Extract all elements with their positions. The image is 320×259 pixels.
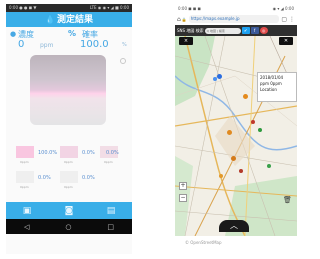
image-icon[interactable]: ▣ [23, 206, 32, 216]
cell-2-percent: 0.0% [82, 150, 95, 156]
camera-icon[interactable]: ◙ [65, 206, 74, 216]
map-app-title: SNS 地図 検索 [177, 27, 204, 33]
status-bar: 0:00 ◼ ◼ ◼ ◉ ▾ ◢ 0:00 [175, 4, 297, 13]
marker-blue[interactable] [213, 77, 217, 81]
marker-green[interactable] [258, 128, 262, 132]
info-icon[interactable] [120, 58, 126, 64]
map-view[interactable]: × ✕ 2018/01/04 ppm 0ppm Location + − 🗑 ︿ [175, 36, 297, 236]
expand-panel-button[interactable]: ︿ [219, 220, 249, 232]
marker-red[interactable] [251, 120, 255, 124]
color-cell-5 [60, 171, 78, 183]
status-bar: 0:00 ● ● ◼ ▼ LTE ◉ ◉ ▾ ◢ ■ 0:00 [6, 4, 132, 12]
marker-blue[interactable] [217, 74, 222, 79]
page-title: 測定結果 [56, 15, 93, 25]
recents-icon[interactable]: □ [107, 223, 114, 231]
probability-unit: % [122, 42, 127, 48]
marker-orange[interactable] [243, 94, 248, 99]
cell-2-label: 0ppm [64, 160, 73, 164]
drop-icon: ● [10, 30, 17, 38]
map-close-right-button[interactable]: ✕ [279, 37, 293, 45]
measurement-app-screen: 0:00 ● ● ◼ ▼ LTE ◉ ◉ ▾ ◢ ■ 0:00 💧 測定結果 ● … [6, 4, 132, 254]
back-icon[interactable]: ◁ [24, 223, 29, 231]
bottom-toolbar: ▣ ◙ ▤ [6, 202, 132, 219]
paint-drop-icon: 💧 [45, 15, 55, 24]
map-app-screen: 0:00 ◼ ◼ ◼ ◉ ▾ ◢ 0:00 ⌂ 🔒 https://maps.e… [175, 4, 297, 254]
cell-3-percent: 0.0% [106, 150, 119, 156]
cell-4-percent: 0.0% [38, 175, 51, 181]
facebook-icon[interactable]: f [250, 27, 259, 34]
gallery-icon[interactable]: ▤ [107, 206, 116, 216]
map-info-popup: 2018/01/04 ppm 0ppm Location [257, 72, 297, 102]
color-cell-4 [16, 171, 34, 183]
values-row: 0 ppm 100.0 % [6, 39, 132, 52]
twitter-icon[interactable]: ✔ [241, 27, 250, 34]
location-icon[interactable]: ◎ [259, 27, 268, 34]
android-nav-bar: ◁ ○ □ [6, 219, 132, 234]
title-bar: 💧 測定結果 [6, 12, 132, 27]
zoom-out-button[interactable]: − [179, 194, 187, 202]
map-search-input[interactable]: Q 地図 | 検索 [204, 27, 241, 34]
map-canvas [175, 36, 297, 236]
map-close-left-button[interactable]: × [179, 37, 193, 45]
cell-4-label: 0ppm [20, 185, 29, 189]
cell-3-label: 0ppm [104, 160, 113, 164]
concentration-value: 0 [18, 39, 25, 50]
cell-5-label: 0ppm [64, 185, 73, 189]
labels-row: ● 濃度 % 確率 [6, 27, 132, 39]
cell-1-label: 0ppm [20, 160, 29, 164]
map-attribution: © OpenStreetMap [185, 240, 222, 245]
zoom-in-button[interactable]: + [179, 182, 187, 190]
marker-orange[interactable] [231, 156, 236, 161]
lock-icon: 🔒 [181, 16, 187, 22]
marker-green[interactable] [267, 164, 271, 168]
home-icon[interactable]: ○ [65, 223, 71, 231]
color-cell-1 [16, 146, 34, 158]
url-field[interactable]: https://maps.example.jp [188, 15, 280, 23]
trash-icon[interactable]: 🗑 [283, 196, 292, 204]
marker-orange[interactable] [219, 174, 223, 178]
status-bar-right: LTE ◉ ◉ ▾ ◢ ■ 0:00 [89, 5, 129, 10]
popup-location: Location [260, 87, 277, 92]
browser-url-bar: ⌂ 🔒 https://maps.example.jp ▢ ⋮ [175, 13, 297, 25]
status-bar-left: 0:00 ◼ ◼ ◼ [178, 6, 201, 11]
probability-value: 100.0 [80, 39, 109, 50]
concentration-unit: ppm [40, 42, 54, 49]
cell-1-percent: 100.0% [38, 150, 58, 156]
tabs-icon[interactable]: ▢ [281, 16, 287, 23]
status-bar-left: 0:00 ● ● ◼ ▼ [9, 5, 37, 10]
color-swatch-image [30, 55, 106, 125]
percent-symbol: % [68, 29, 77, 38]
marker-red[interactable] [239, 169, 243, 173]
menu-icon[interactable]: ⋮ [289, 16, 295, 23]
status-bar-right: ◉ ▾ ◢ 0:00 [272, 6, 294, 11]
map-toolbar: SNS 地図 検索 Q 地図 | 検索 ✔ f ◎ [175, 25, 297, 36]
cell-5-percent: 0.0% [82, 175, 95, 181]
color-cell-2 [60, 146, 78, 158]
home-icon[interactable]: ⌂ [177, 16, 181, 23]
marker-orange[interactable] [227, 130, 232, 135]
